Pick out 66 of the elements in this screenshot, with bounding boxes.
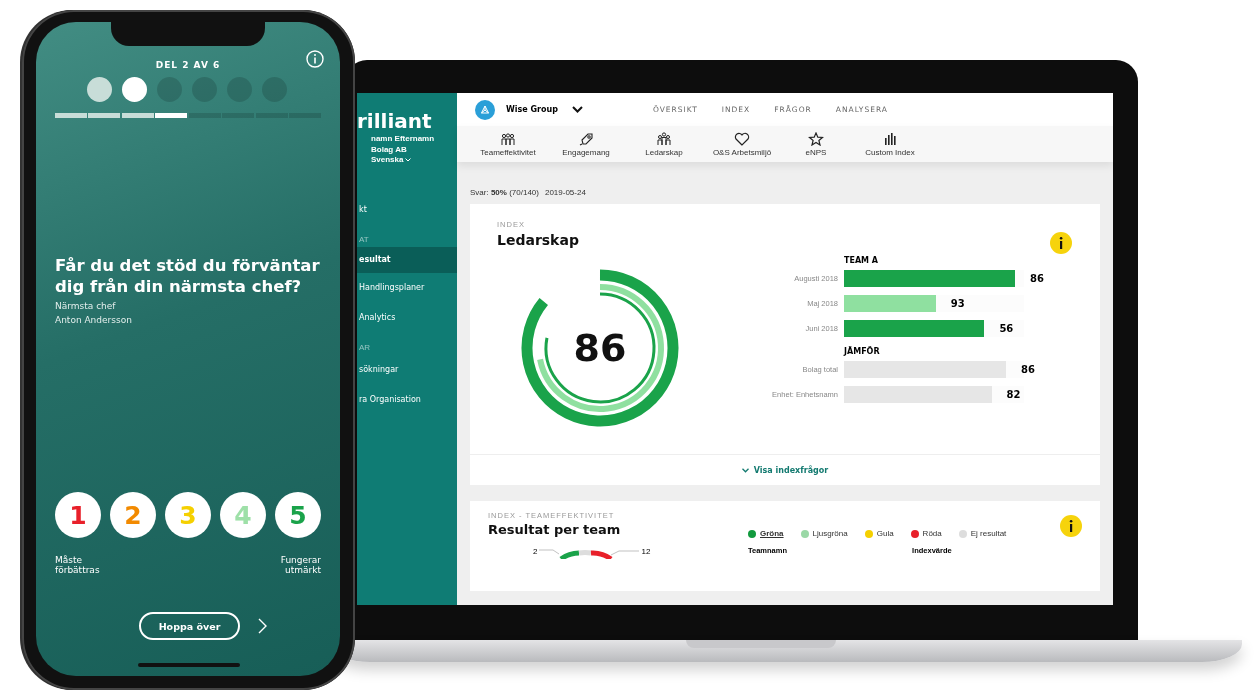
section-label: AR	[358, 342, 372, 354]
sidebar-item[interactable]: Handlingsplaner	[357, 273, 457, 303]
index-tab[interactable]: Custom Index	[851, 131, 929, 157]
sidebar-item[interactable]: esultat	[357, 247, 457, 273]
bar-value: 56	[999, 323, 1014, 334]
score-value: 86	[573, 326, 627, 370]
language-selector[interactable]: Svenska	[357, 155, 412, 165]
sidebar-item[interactable]: kt	[357, 195, 457, 225]
legend-item[interactable]: Röda	[910, 529, 942, 538]
people-icon	[656, 131, 672, 146]
bar-value: 82	[1006, 389, 1021, 400]
legend-label: Gröna	[760, 529, 784, 538]
card-title: Ledarskap	[497, 232, 579, 248]
index-tab[interactable]: Teameffektivitet	[469, 131, 547, 157]
survey-date: 2019-05-24	[544, 188, 586, 197]
index-tab[interactable]: Ledarskap	[625, 131, 703, 157]
legend-label: Ej resultat	[970, 529, 1007, 538]
rating-button[interactable]: 5	[275, 492, 321, 538]
heart-icon	[734, 131, 750, 146]
team-icon	[500, 131, 516, 146]
legend-label: Ljusgröna	[812, 529, 848, 538]
info-icon[interactable]	[1050, 232, 1072, 254]
bar-chart-icon	[882, 131, 898, 146]
chart-label: 12	[641, 547, 651, 556]
legend-item[interactable]: Gula	[864, 529, 894, 538]
legend-label: Gula	[876, 529, 894, 538]
scale-high-label: Fungerar utmärkt	[279, 555, 321, 575]
rocket-icon	[578, 131, 594, 146]
response-summary: Svar: 50% (70/140)	[470, 188, 539, 197]
chevron-down-icon	[405, 158, 412, 162]
bar-value: 93	[950, 298, 965, 309]
legend-item[interactable]: Ljusgröna	[800, 529, 848, 538]
organization-icon	[475, 99, 495, 120]
legend-item[interactable]: Gröna	[748, 529, 784, 538]
info-icon[interactable]	[1060, 515, 1082, 537]
legend-label: Röda	[922, 529, 942, 538]
bar-value: 86	[1021, 364, 1035, 375]
card-title: Resultat per team	[488, 522, 621, 537]
index-tab[interactable]: Engagemang	[547, 131, 625, 157]
user-name: namn Efternamn	[370, 133, 435, 144]
group-heading: TEAM A	[844, 256, 880, 265]
chevron-right-icon[interactable]	[258, 618, 267, 634]
bar-value: 86	[1030, 273, 1044, 284]
scale-low-label: Måste förbättras	[55, 555, 101, 575]
sidebar-item[interactable]: sökningar	[357, 355, 457, 385]
star-icon	[808, 131, 824, 146]
skip-button[interactable]: Hoppa över	[139, 612, 240, 640]
rating-button[interactable]: 1	[55, 492, 101, 538]
subject-role: Närmsta chef	[55, 301, 117, 311]
section-label: AT	[358, 234, 370, 246]
index-tab[interactable]: O&S Arbetsmiljö	[703, 131, 781, 157]
company-name: Bolag AB	[370, 144, 407, 155]
sidebar-item[interactable]: ra Organisation	[357, 385, 457, 415]
logo-text: rilliant	[357, 109, 432, 133]
index-tab[interactable]: eNPS	[781, 131, 851, 157]
chevron-down-icon[interactable]	[571, 106, 583, 113]
group-heading: JÄMFÖR	[844, 347, 881, 356]
chevron-down-icon	[741, 467, 749, 473]
show-questions-link[interactable]: Visa indexfrågor	[741, 465, 829, 475]
section-progress-label: DEL 2 AV 6	[154, 60, 222, 70]
chart-label: 2	[533, 547, 538, 556]
organization-name: Wise Group	[506, 105, 558, 114]
subject-name: Anton Andersson	[55, 315, 133, 325]
legend-item[interactable]: Ej resultat	[958, 529, 1007, 538]
sidebar-item[interactable]: Analytics	[357, 303, 457, 333]
question-text: Får du det stöd du förväntar dig från din närmsta chef?	[55, 255, 321, 297]
